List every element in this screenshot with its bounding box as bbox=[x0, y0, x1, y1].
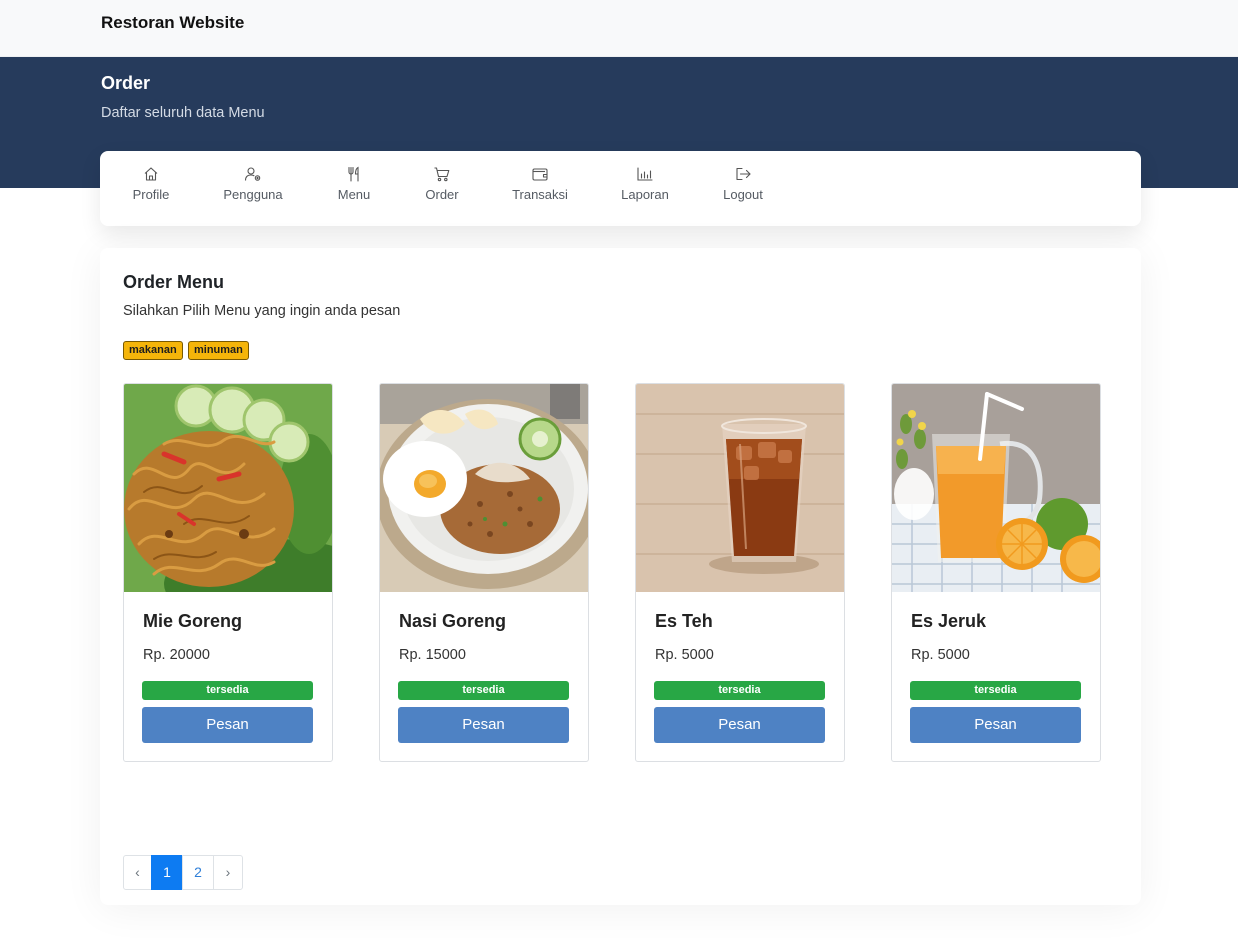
utensils-icon bbox=[348, 166, 359, 182]
product-price: Rp. 15000 bbox=[399, 647, 466, 663]
product-price: Rp. 5000 bbox=[911, 647, 970, 663]
section-title: Order Menu bbox=[123, 272, 225, 292]
nav-label: Order bbox=[425, 187, 459, 202]
product-name: Nasi Goreng bbox=[399, 611, 507, 631]
order-button[interactable]: Pesan bbox=[398, 707, 569, 743]
product-image-es-teh bbox=[636, 384, 844, 592]
pagination: ‹ 1 2 › bbox=[123, 855, 243, 890]
status-badge: tersedia bbox=[910, 681, 1081, 700]
category-tag-minuman[interactable]: minuman bbox=[188, 341, 249, 360]
nav-label: Laporan bbox=[621, 187, 669, 202]
product-price: Rp. 20000 bbox=[143, 647, 210, 663]
nav-item-laporan[interactable]: Laporan bbox=[618, 151, 672, 226]
product-image-mie-goreng bbox=[124, 384, 332, 592]
wallet-icon bbox=[532, 168, 548, 181]
product-card: Nasi Goreng Rp. 15000 tersedia Pesan bbox=[379, 383, 589, 762]
product-card: Es Teh Rp. 5000 tersedia Pesan bbox=[635, 383, 845, 762]
nav-item-logout[interactable]: Logout bbox=[719, 151, 767, 226]
product-card: Mie Goreng Rp. 20000 tersedia Pesan bbox=[123, 383, 333, 762]
product-name: Es Jeruk bbox=[911, 611, 987, 631]
users-gear-icon bbox=[244, 167, 261, 181]
nav-label: Pengguna bbox=[223, 187, 283, 202]
top-navbar: Restoran Website bbox=[0, 0, 1238, 57]
product-name: Mie Goreng bbox=[143, 611, 243, 631]
bar-chart-icon bbox=[637, 167, 653, 181]
order-button[interactable]: Pesan bbox=[654, 707, 825, 743]
nav-label: Profile bbox=[132, 187, 170, 202]
status-badge: tersedia bbox=[398, 681, 569, 700]
page-title: Order bbox=[101, 73, 151, 93]
nav-item-menu[interactable]: Menu bbox=[332, 151, 376, 226]
product-image-nasi-goreng bbox=[380, 384, 588, 592]
menu-nav: Profile Pengguna Menu Order Transaksi La… bbox=[100, 151, 1141, 226]
pagination-page-2[interactable]: 2 bbox=[182, 855, 214, 890]
status-badge: tersedia bbox=[142, 681, 313, 700]
pagination-prev[interactable]: ‹ bbox=[123, 855, 152, 890]
home-icon bbox=[144, 167, 158, 181]
order-menu-card: Order Menu Silahkan Pilih Menu yang ingi… bbox=[100, 248, 1141, 905]
status-badge: tersedia bbox=[654, 681, 825, 700]
pagination-next[interactable]: › bbox=[213, 855, 243, 890]
product-price: Rp. 5000 bbox=[655, 647, 714, 663]
page-subtitle: Daftar seluruh data Menu bbox=[101, 105, 265, 121]
brand-title[interactable]: Restoran Website bbox=[101, 13, 244, 33]
product-image-es-jeruk bbox=[892, 384, 1100, 592]
nav-item-order[interactable]: Order bbox=[420, 151, 464, 226]
product-card: Es Jeruk Rp. 5000 tersedia Pesan bbox=[891, 383, 1101, 762]
nav-item-transaksi[interactable]: Transaksi bbox=[509, 151, 571, 226]
nav-label: Transaksi bbox=[512, 187, 568, 202]
cart-icon bbox=[434, 167, 450, 182]
product-name: Es Teh bbox=[655, 611, 713, 631]
order-button[interactable]: Pesan bbox=[910, 707, 1081, 743]
order-button[interactable]: Pesan bbox=[142, 707, 313, 743]
nav-label: Logout bbox=[723, 187, 763, 202]
pagination-page-1[interactable]: 1 bbox=[151, 855, 183, 890]
nav-label: Menu bbox=[337, 187, 371, 202]
section-subtitle: Silahkan Pilih Menu yang ingin anda pesa… bbox=[123, 303, 401, 319]
nav-item-profile[interactable]: Profile bbox=[129, 151, 173, 226]
logout-icon bbox=[736, 167, 751, 181]
category-tag-makanan[interactable]: makanan bbox=[123, 341, 183, 360]
nav-item-pengguna[interactable]: Pengguna bbox=[221, 151, 285, 226]
